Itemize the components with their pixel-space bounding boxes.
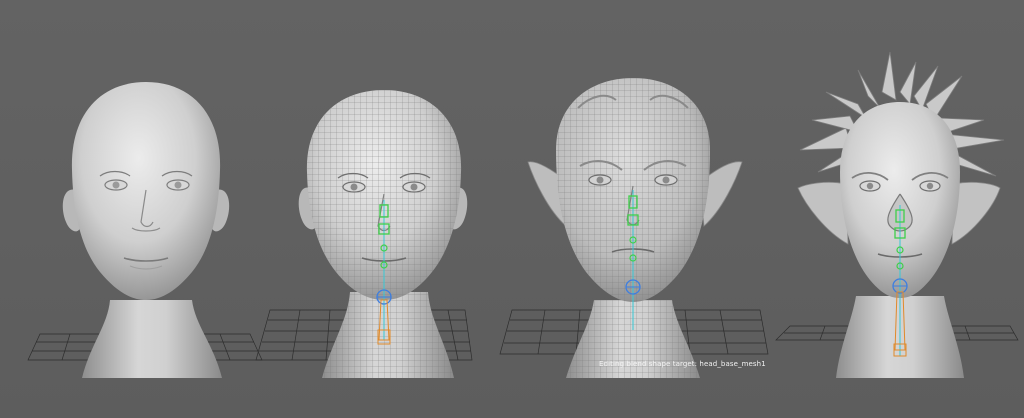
elf-head-model[interactable] [527, 78, 743, 378]
neck-shoulders [82, 300, 222, 378]
3d-viewport[interactable]: Editing blend shape target: head_base_me… [0, 0, 1024, 418]
scene-canvas [27, 51, 1019, 378]
wire-head-model[interactable] [298, 90, 468, 378]
left-pointed-ear [797, 181, 849, 245]
facial-rig [892, 205, 908, 357]
viewport-status-caption: Editing blend shape target: head_base_me… [599, 360, 766, 368]
spiky-head-model[interactable] [797, 51, 1005, 378]
base-head-model[interactable] [62, 82, 230, 378]
